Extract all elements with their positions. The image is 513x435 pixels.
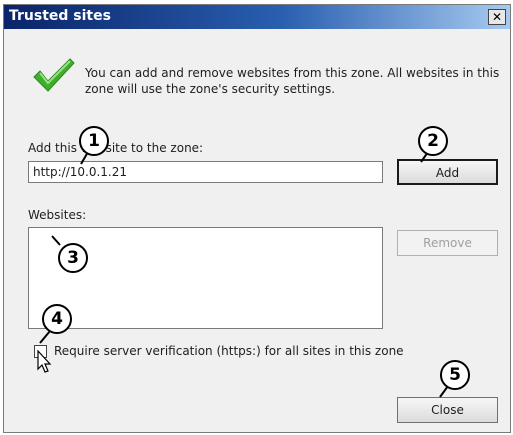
close-button[interactable]: Close — [397, 397, 498, 423]
close-icon[interactable]: ✕ — [488, 9, 506, 25]
callout-4: 4 — [42, 304, 72, 334]
close-glyph: ✕ — [491, 10, 503, 24]
callout-3: 3 — [58, 243, 88, 273]
https-verification-label[interactable]: Require server verification (https:) for… — [54, 344, 404, 358]
websites-list[interactable] — [28, 227, 383, 329]
mouse-cursor-icon — [37, 350, 52, 373]
websites-label: Websites: — [28, 208, 87, 222]
info-text: You can add and remove websites from thi… — [85, 66, 500, 96]
add-site-label: Add this website to the zone: — [28, 141, 204, 155]
trusted-sites-dialog: Trusted sites ✕ You can add and remove w… — [3, 4, 511, 433]
remove-button[interactable]: Remove — [397, 230, 498, 256]
callout-5: 5 — [440, 360, 470, 390]
url-input[interactable]: http://10.0.1.21 — [28, 161, 383, 183]
url-input-value: http://10.0.1.21 — [33, 165, 128, 179]
callout-2: 2 — [418, 126, 448, 156]
add-button[interactable]: Add — [397, 159, 498, 185]
callout-1: 1 — [79, 126, 109, 156]
checkmark-icon — [33, 58, 75, 92]
title-bar[interactable]: Trusted sites ✕ — [4, 5, 510, 29]
window-title: Trusted sites — [9, 8, 111, 24]
